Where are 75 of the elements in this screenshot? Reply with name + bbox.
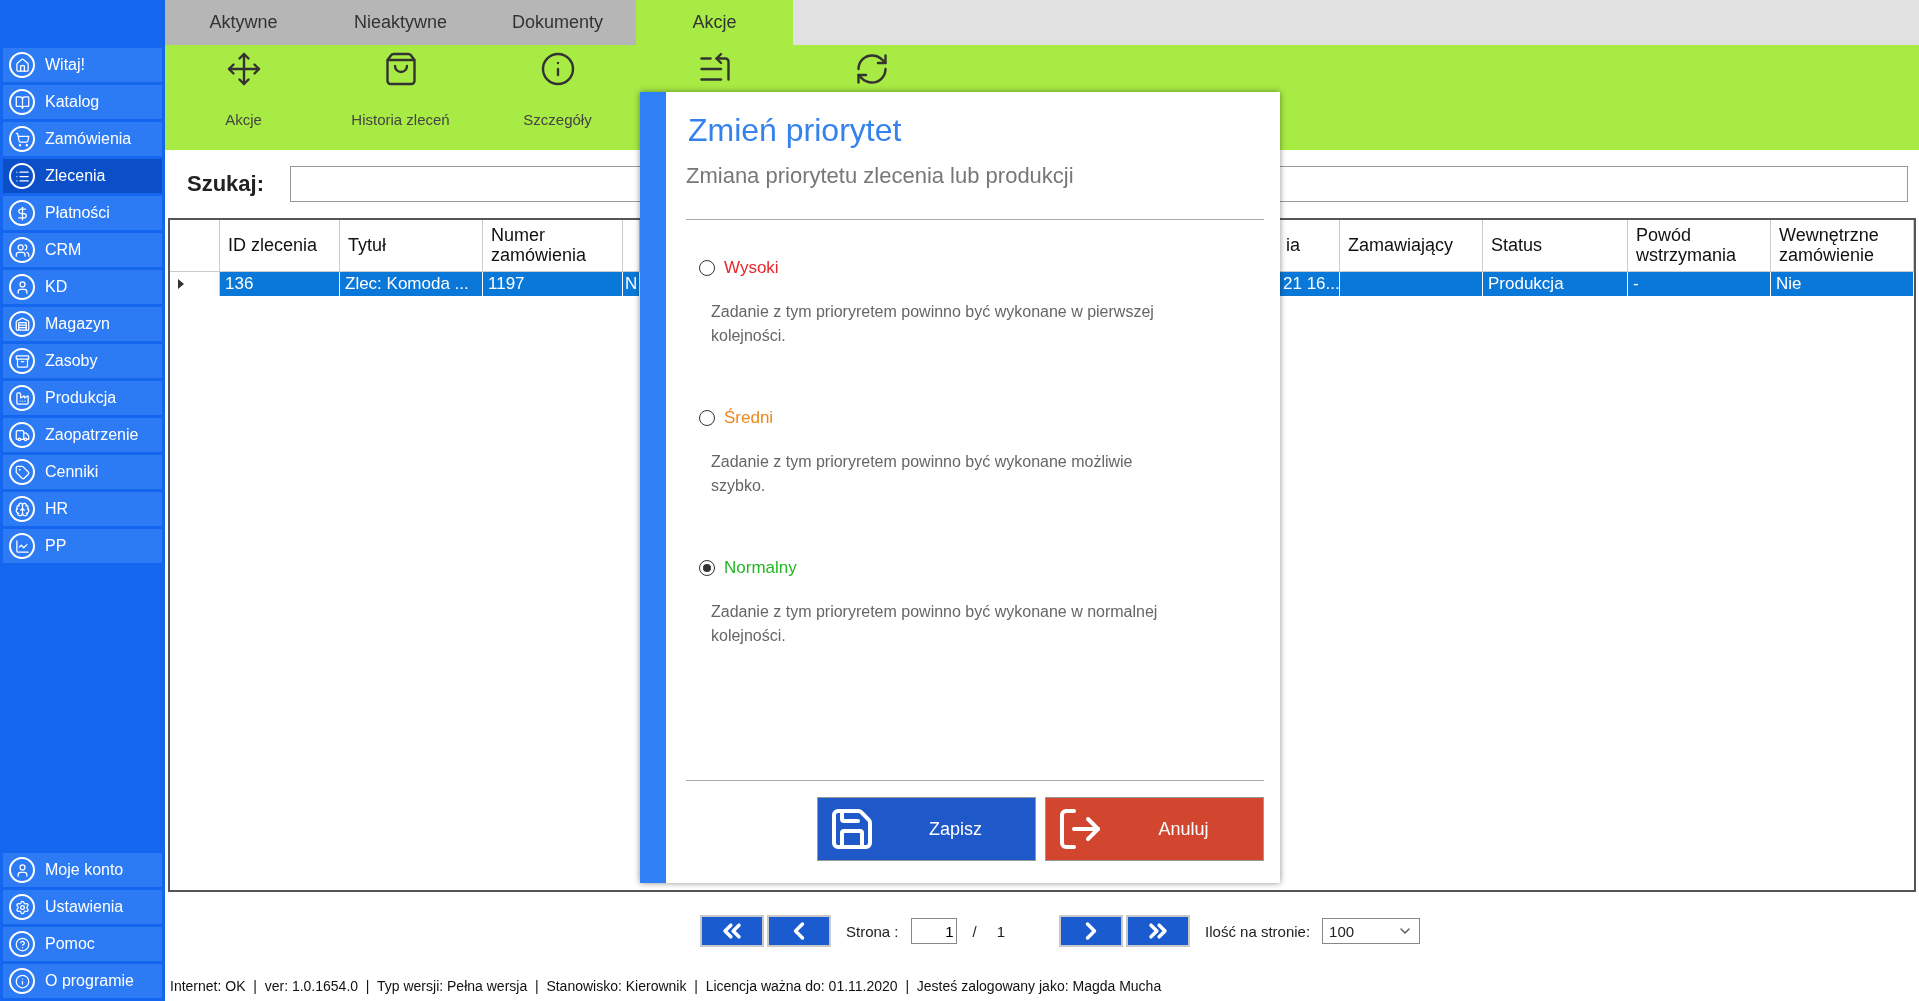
sidebar-item[interactable]: Zamówienia (3, 122, 162, 156)
toolbar-label[interactable]: Akcje (225, 111, 262, 128)
table-cell: Zlec: Komoda ... (340, 272, 483, 296)
cancel-button[interactable]: Anuluj (1045, 797, 1264, 861)
sidebar-item[interactable]: Magazyn (3, 307, 162, 341)
dollar-icon (9, 200, 35, 226)
sidebar-item[interactable]: Cenniki (3, 455, 162, 489)
sidebar-item[interactable]: Zaopatrzenie (3, 418, 162, 452)
priority-radio[interactable]: Wysoki (699, 258, 1264, 278)
per-page-label: Ilość na stronie: (1205, 922, 1311, 940)
sidebar-item[interactable]: Katalog (3, 85, 162, 119)
info-icon[interactable] (539, 51, 576, 87)
sidebar-item[interactable]: CRM (3, 233, 162, 267)
table-cell: - (1628, 272, 1771, 296)
status-text: Internet: OK | ver: 1.0.1654.0 | Typ wersji: Pełna wersja | Stanowisko: Kierownik | Licencja ważna do: 01.11.2020 | Jesteś zalogowany jako: Magda Mucha (169, 976, 1163, 996)
toolbar-label[interactable]: Szczegóły (523, 111, 592, 128)
priority-radio[interactable]: Normalny (699, 558, 1264, 578)
person-icon (9, 274, 35, 300)
first-page-button[interactable] (700, 915, 764, 947)
chart-icon (9, 533, 35, 559)
save-button[interactable]: Zapisz (817, 797, 1036, 861)
page-total: 1 (996, 922, 1006, 940)
person-icon (9, 857, 35, 883)
previous-page-button[interactable] (767, 915, 831, 947)
page-field[interactable]: 1 (910, 918, 957, 944)
book-icon (9, 89, 35, 115)
sidebar-item[interactable]: PP (3, 529, 162, 563)
sidebar-item[interactable]: Pomoc (3, 927, 162, 961)
sidebar-item[interactable]: Zasoby (3, 344, 162, 378)
brain-icon (9, 496, 35, 522)
last-page-button[interactable] (1126, 915, 1191, 947)
truck-icon (9, 422, 35, 448)
dialog-title: Zmień priorytet (688, 112, 903, 149)
settings-icon (9, 894, 35, 920)
tag-icon (9, 459, 35, 485)
page-label: Strona : (846, 922, 899, 940)
toolbar-label[interactable]: Historia zleceń (351, 111, 450, 128)
next-page-button[interactable] (1059, 915, 1124, 947)
priority-radio[interactable]: Średni (699, 408, 1264, 428)
per-page-dropdown[interactable]: 100 (1322, 918, 1421, 944)
table-cell: 136 (220, 272, 340, 296)
priority-description: Zadanie z tym prioryretem powinno być wykonane w normalnej kolejności. (710, 602, 1159, 646)
cart-icon (9, 126, 35, 152)
info-icon (9, 968, 35, 994)
list-icon (9, 163, 35, 189)
priority-description: Zadanie z tym prioryretem powinno być wykonane w pierwszej kolejności. (710, 302, 1155, 346)
sidebar-item[interactable]: Zlecenia (3, 159, 162, 193)
sidebar-item[interactable]: Ustawienia (3, 890, 162, 924)
house-icon (9, 52, 35, 78)
page-separator: / (972, 922, 977, 940)
warehouse-icon (9, 311, 35, 337)
table-cell: N (623, 272, 640, 296)
help-icon (9, 931, 35, 957)
sidebar-item[interactable]: Witaj! (3, 48, 162, 82)
archive-icon (9, 348, 35, 374)
tab[interactable]: Nieaktywne (322, 0, 479, 45)
priority-description: Zadanie z tym prioryretem powinno być wykonane możliwie szybko. (710, 452, 1134, 496)
users-icon (9, 237, 35, 263)
sidebar-item[interactable]: Produkcja (3, 381, 162, 415)
sidebar-item[interactable]: Płatności (3, 196, 162, 230)
search-label: Szukaj: (187, 171, 265, 197)
sidebar-item[interactable]: O programie (3, 964, 162, 998)
table-cell: 1197 (483, 272, 623, 296)
dialog-subtitle: Zmiana priorytetu zlecenia lub produkcji (686, 163, 1075, 189)
factory-icon (9, 385, 35, 411)
tab[interactable]: Aktywne (165, 0, 322, 45)
table-cell: Produkcja (1483, 272, 1628, 296)
table-cell: 21 16... (1278, 272, 1340, 296)
table-cell: Nie (1771, 272, 1914, 296)
tab[interactable]: Dokumenty (479, 0, 636, 45)
sidebar-item[interactable]: KD (3, 270, 162, 304)
sidebar-item[interactable]: HR (3, 492, 162, 526)
four-arrows-icon[interactable] (225, 51, 262, 87)
tab[interactable]: Akcje (636, 0, 793, 45)
sidebar-item[interactable]: Moje konto (3, 853, 162, 887)
